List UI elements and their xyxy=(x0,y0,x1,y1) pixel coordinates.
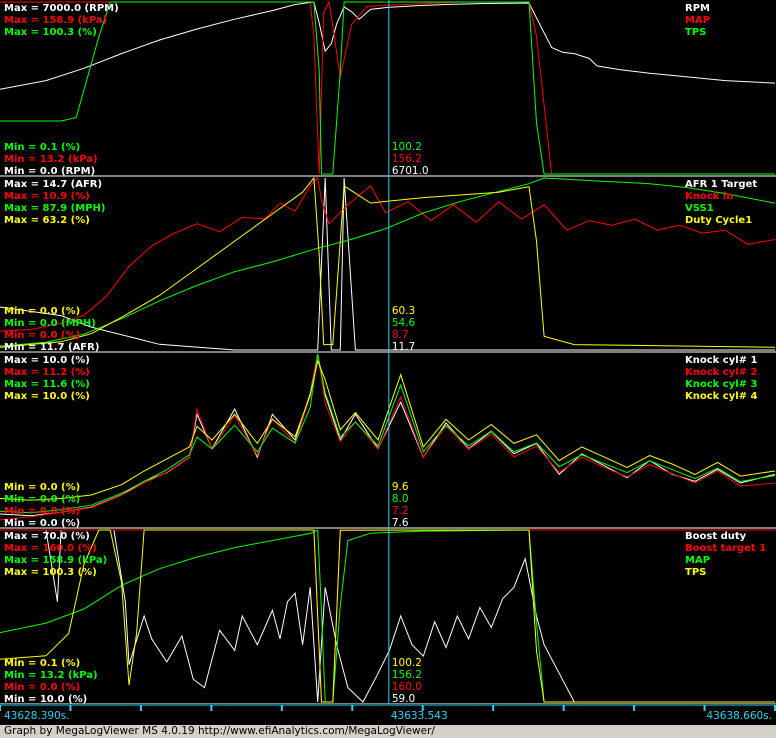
min-label: Min = 0.0 (%) xyxy=(4,482,80,493)
legend-entry: MAP xyxy=(685,15,710,26)
cursor-value: 6701.0 xyxy=(392,165,429,177)
legend-entry: Boost target 1 xyxy=(685,543,766,554)
max-label: Max = 100.3 (%) xyxy=(4,27,97,38)
legend-entry: AFR 1 Target xyxy=(685,179,757,190)
cursor-value: 7.2 xyxy=(392,505,409,517)
legend-entry: TPS xyxy=(685,567,706,578)
time-axis-background xyxy=(0,704,776,725)
log-graph[interactable]: Max = 7000.0 (RPM)Max = 158.9 (kPa)Max =… xyxy=(0,0,776,725)
status-bar-text: Graph by MegaLogViewer MS 4.0.19 http://… xyxy=(4,725,435,737)
cursor-value: 100.2 xyxy=(392,657,422,669)
cursor-value: 156.2 xyxy=(392,153,422,165)
max-label: Max = 7000.0 (RPM) xyxy=(4,3,119,14)
time-cursor-label: 43633.543 xyxy=(391,710,448,722)
time-end-label: 43638.660s. xyxy=(706,710,772,722)
max-label: Max = 63.2 (%) xyxy=(4,215,90,226)
cursor-value: 7.6 xyxy=(392,517,409,529)
cursor-value: 59.0 xyxy=(392,693,415,705)
max-label: Max = 158.9 (kPa) xyxy=(4,15,107,26)
legend-entry: Boost duty xyxy=(685,531,747,542)
cursor-value: 11.7 xyxy=(392,341,415,353)
max-label: Max = 10.0 (%) xyxy=(4,391,90,402)
cursor-value: 60.3 xyxy=(392,305,415,317)
legend-entry: RPM xyxy=(685,3,710,14)
min-label: Min = 13.2 (kPa) xyxy=(4,154,98,165)
max-label: Max = 14.7 (AFR) xyxy=(4,179,102,190)
min-label: Min = 0.0 (RPM) xyxy=(4,166,95,177)
legend-entry: Knock in xyxy=(685,191,733,202)
cursor-value: 160.0 xyxy=(392,681,422,693)
max-label: Max = 158.9 (kPa) xyxy=(4,555,107,566)
time-axis[interactable]: 43628.390s. 43633.543 43638.660s. xyxy=(0,704,776,725)
cursor-value: 9.6 xyxy=(392,481,409,493)
min-label: Min = 0.0 (MPH) xyxy=(4,318,96,329)
max-label: Max = 100.3 (%) xyxy=(4,567,97,578)
cursor-value: 100.2 xyxy=(392,141,422,153)
cursor-value: 54.6 xyxy=(392,317,416,329)
cursor-value: 156.2 xyxy=(392,669,422,681)
legend-entry: Knock cyl# 4 xyxy=(685,391,758,402)
min-label: Min = 0.0 (%) xyxy=(4,506,80,517)
max-label: Max = 160.0 (%) xyxy=(4,543,97,554)
max-label: Max = 87.9 (MPH) xyxy=(4,203,105,214)
max-label: Max = 11.2 (%) xyxy=(4,367,90,378)
min-label: Min = 11.7 (AFR) xyxy=(4,342,99,353)
max-label: Max = 10.9 (%) xyxy=(4,191,90,202)
legend-entry: Knock cyl# 3 xyxy=(685,379,758,390)
legend-entry: Knock cyl# 2 xyxy=(685,367,758,378)
legend-entry: MAP xyxy=(685,555,710,566)
max-label: Max = 11.6 (%) xyxy=(4,379,90,390)
max-label: Max = 10.0 (%) xyxy=(4,355,90,366)
min-label: Min = 0.0 (%) xyxy=(4,494,80,505)
min-label: Min = 0.0 (%) xyxy=(4,330,80,341)
cursor-value: 8.0 xyxy=(392,493,409,505)
min-label: Min = 0.0 (%) xyxy=(4,306,80,317)
min-label: Min = 0.1 (%) xyxy=(4,658,80,669)
min-label: Min = 13.2 (kPa) xyxy=(4,670,98,681)
status-bar: Graph by MegaLogViewer MS 4.0.19 http://… xyxy=(0,725,776,738)
plot-background xyxy=(0,0,776,725)
legend-entry: Duty Cycle1 xyxy=(685,215,752,226)
min-label: Min = 10.0 (%) xyxy=(4,694,87,705)
legend-entry: TPS xyxy=(685,27,706,38)
max-label: Max = 70.0 (%) xyxy=(4,531,90,542)
time-start-label: 43628.390s. xyxy=(4,710,70,722)
legend-entry: VSS1 xyxy=(685,203,714,214)
min-label: Min = 0.1 (%) xyxy=(4,142,80,153)
legend-entry: Knock cyl# 1 xyxy=(685,355,758,366)
min-label: Min = 0.0 (%) xyxy=(4,682,80,693)
cursor-value: 8.7 xyxy=(392,329,409,341)
min-label: Min = 0.0 (%) xyxy=(4,518,80,529)
